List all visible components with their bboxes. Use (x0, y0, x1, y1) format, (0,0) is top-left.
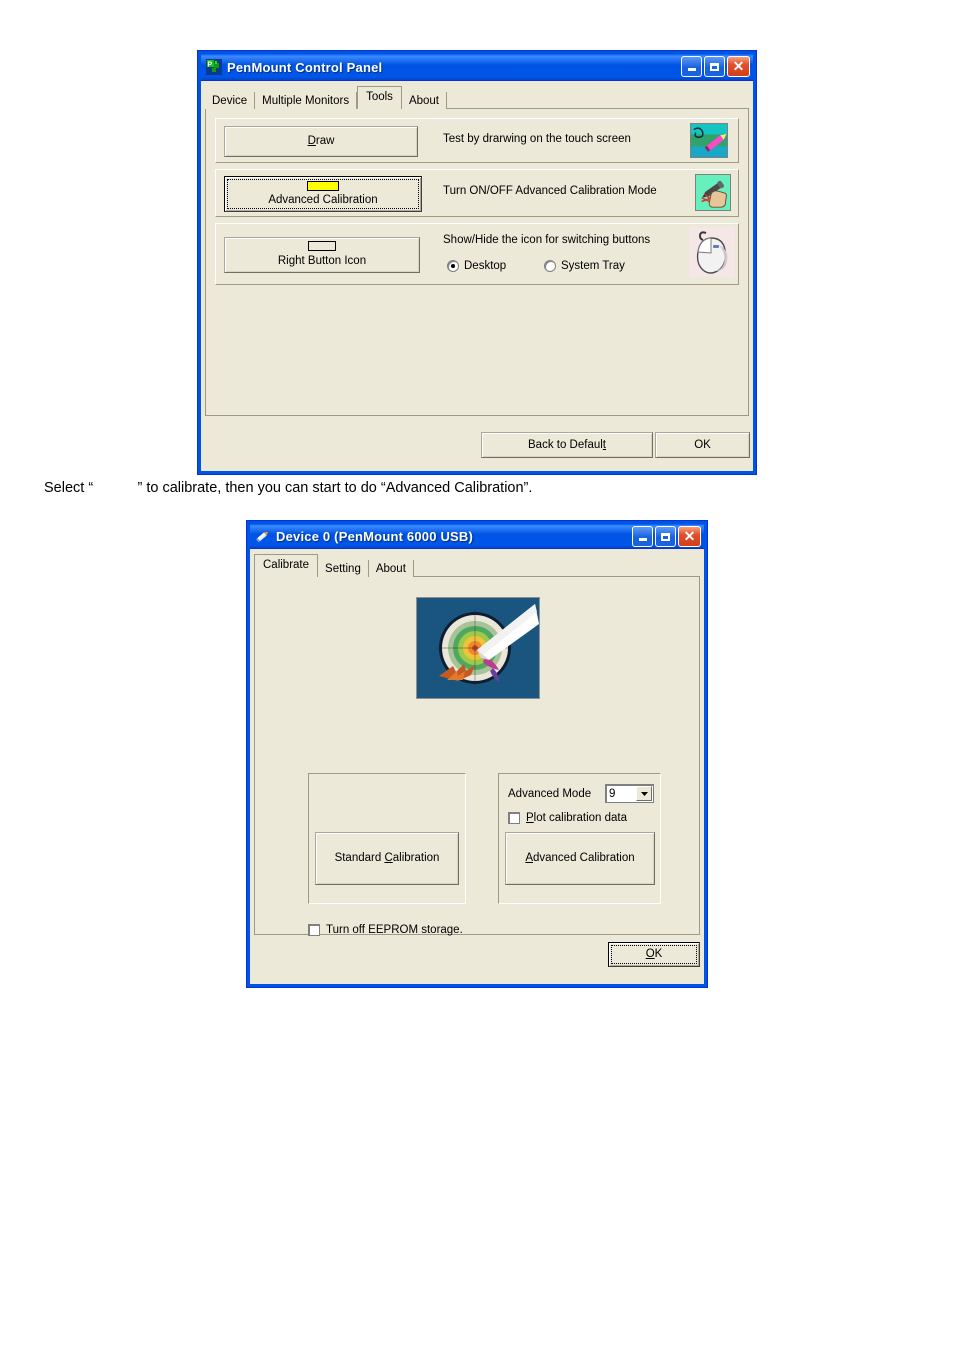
right-button-icon-button-label: Right Button Icon (277, 255, 367, 268)
radio-system-tray-label: System Tray (561, 260, 625, 272)
draw-description: Test by drarwing on the touch screen (443, 133, 631, 145)
draw-pencil-icon (690, 123, 728, 158)
calibration-target-bullseye-icon (416, 597, 540, 699)
advanced-calibration-row-panel: Advanced Calibration Turn ON/OFF Advance… (215, 169, 739, 217)
radio-system-tray[interactable]: System Tray (544, 260, 625, 272)
minimize-icon[interactable] (632, 526, 653, 547)
control-panel-title: PenMount Control Panel (227, 59, 383, 75)
advanced-calibration-button[interactable]: Advanced Calibration (505, 832, 655, 885)
right-button-off-indicator (308, 241, 336, 252)
control-panel-footer: Back to Default OK (201, 426, 753, 471)
instruction-paragraph: Select “ ” to calibrate, then you can st… (44, 480, 533, 496)
minimize-icon[interactable] (681, 56, 702, 77)
advanced-mode-value: 9 (609, 787, 616, 800)
control-panel-ok-label: OK (694, 438, 711, 451)
plot-calibration-data-label: Plot calibration data (526, 812, 628, 824)
penmount-control-panel-window: P PenMount Control Panel ✕ Device Multip… (197, 50, 757, 475)
advanced-calibration-focus-ring (227, 179, 419, 209)
pencil-icon (255, 528, 271, 544)
advanced-mode-label: Advanced Mode (508, 788, 592, 800)
mouse-icon (689, 227, 735, 277)
standard-calibration-button-label: Standard Calibration (334, 852, 440, 865)
draw-row-panel: Draw Test by drarwing on the touch scree… (215, 118, 739, 163)
draw-button-label: Draw (307, 135, 335, 148)
close-icon[interactable]: ✕ (678, 526, 701, 547)
maximize-icon[interactable] (704, 56, 725, 77)
tab-tools[interactable]: Tools (357, 86, 402, 109)
standard-calibration-group: Standard Calibration (308, 773, 466, 904)
calibrate-tab-page: Standard Calibration Advanced Mode 9 Plo… (254, 577, 700, 936)
standard-calibration-button[interactable]: Standard Calibration (315, 832, 459, 885)
control-panel-tabstrip: Device Multiple Monitors Tools About (205, 86, 749, 111)
device-footer: OK (250, 932, 704, 984)
back-to-default-button[interactable]: Back to Default (481, 432, 653, 458)
advanced-calibration-toggle-button[interactable]: Advanced Calibration (224, 176, 422, 212)
advanced-mode-select[interactable]: 9 (605, 784, 654, 803)
device-title: Device 0 (PenMount 6000 USB) (276, 528, 474, 544)
close-icon[interactable]: ✕ (727, 56, 750, 77)
tools-tab-page: Draw Test by drarwing on the touch scree… (205, 109, 749, 416)
radio-desktop-indicator[interactable] (447, 260, 459, 272)
advanced-calibration-group: Advanced Mode 9 Plot calibration data Ad… (498, 773, 661, 904)
right-button-icon-description: Show/Hide the icon for switching buttons (443, 234, 651, 246)
right-button-icon-row-panel: Right Button Icon Show/Hide the icon for… (215, 223, 739, 285)
right-button-icon-button[interactable]: Right Button Icon (224, 237, 420, 273)
radio-desktop-label: Desktop (464, 260, 507, 272)
radio-system-tray-indicator[interactable] (544, 260, 556, 272)
device-titlebar: Device 0 (PenMount 6000 USB) ✕ (250, 524, 704, 549)
back-to-default-label: Back to Default (528, 438, 606, 451)
control-panel-titlebar: P PenMount Control Panel ✕ (201, 54, 753, 81)
chevron-down-icon[interactable] (636, 786, 652, 801)
penmount-logo-icon: P (206, 59, 222, 75)
draw-button[interactable]: Draw (224, 126, 418, 157)
control-panel-window-buttons: ✕ (681, 56, 750, 77)
device-calibrate-window: Device 0 (PenMount 6000 USB) ✕ Calibrate… (246, 520, 708, 988)
device-window-buttons: ✕ (632, 526, 701, 547)
device-tabstrip: Calibrate Setting About (254, 554, 700, 579)
hand-with-pen-icon (695, 174, 731, 211)
advanced-calibration-description: Turn ON/OFF Advanced Calibration Mode (443, 185, 657, 197)
control-panel-ok-button[interactable]: OK (655, 432, 750, 458)
plot-calibration-data-checkbox[interactable]: Plot calibration data (508, 812, 627, 824)
radio-desktop[interactable]: Desktop (447, 260, 506, 272)
device-ok-focus-ring (611, 945, 697, 964)
plot-calibration-data-checkbox-box[interactable] (508, 812, 520, 824)
maximize-icon[interactable] (655, 526, 676, 547)
tab-calibrate[interactable]: Calibrate (254, 554, 319, 577)
device-ok-button[interactable]: OK (608, 942, 700, 967)
svg-text:P: P (208, 62, 213, 69)
advanced-calibration-button-label: Advanced Calibration (525, 852, 635, 865)
